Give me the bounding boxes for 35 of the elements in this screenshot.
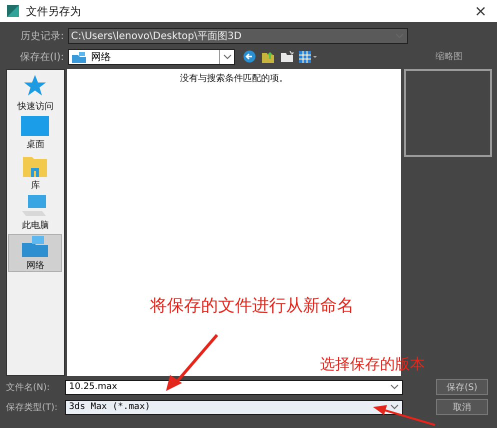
field-label: 保存在(I): [18,50,65,64]
file-type-dropdown[interactable]: 3ds Max (*.max) [65,400,403,414]
caret-icon[interactable] [222,54,232,60]
star-icon [23,74,48,98]
history-dropdown[interactable]: C:\Users\lenovo\Desktop\平面图3D [68,28,408,44]
location-dropdown[interactable]: 网络 [68,48,235,64]
field-label: 保存类型(T): [6,402,59,414]
arrow-icon [372,402,436,426]
sidebar-item[interactable]: 桌面 [8,114,62,152]
sidebar-item[interactable]: 快速访问 [8,74,62,112]
sidebar-item[interactable]: 库 [8,154,62,192]
new-folder-icon[interactable] [280,51,294,62]
computer-icon [22,194,48,216]
up-folder-icon[interactable] [261,50,275,63]
view-menu-icon[interactable] [299,50,319,62]
back-icon[interactable] [243,50,256,63]
sidebar-item[interactable]: 网络 [8,234,62,272]
close-button[interactable]: × [470,2,491,20]
field-label: 历史记录: [20,30,65,42]
desktop-icon [21,116,50,136]
empty-message: 没有与搜索条件匹配的项。 [179,72,290,85]
file-name-field[interactable]: 10.25.max [65,380,403,394]
caret-icon[interactable] [390,404,399,410]
save-button[interactable]: 保存(S) [436,379,488,395]
cancel-button[interactable]: 取消 [436,399,488,415]
app-icon [6,4,20,18]
annotation-text: 将保存的文件进行从新命名 [150,295,354,317]
field-label: 文件名(N): [6,382,51,394]
library-icon [23,154,48,176]
thumbnail-label: 缩略图 [434,50,464,63]
caret-icon[interactable] [390,384,399,390]
network-icon [22,234,48,256]
folder-icon [71,50,87,62]
sidebar-item[interactable]: 此电脑 [8,194,62,232]
window-title: 文件另存为 [26,4,81,18]
